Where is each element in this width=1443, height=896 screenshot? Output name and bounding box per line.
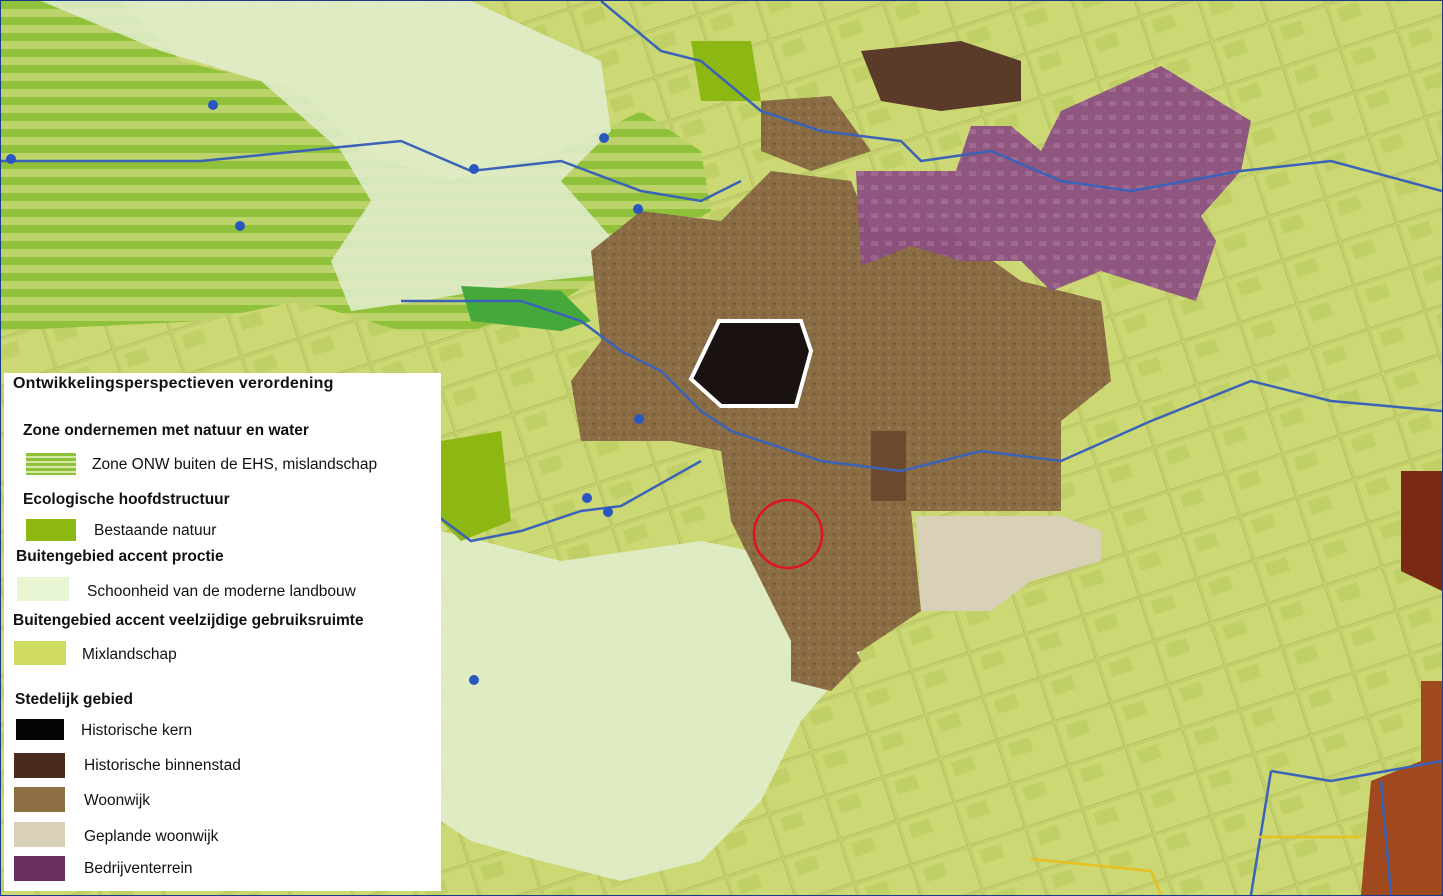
natuur-patch-3 (691, 41, 761, 101)
legend-title: Ontwikkelingsperspectieven verordening (13, 375, 334, 392)
legend-label-geplande-woonwijk: Geplande woonwijk (84, 828, 219, 845)
map-legend: Ontwikkelingsperspectieven verordening Z… (4, 373, 441, 891)
map-frame: Ontwikkelingsperspectieven verordening Z… (0, 0, 1443, 896)
historische-binnenstad-patch (871, 431, 906, 501)
strip-east (1401, 471, 1442, 591)
legend-label-mixlandschap: Mixlandschap (82, 646, 177, 663)
legend-swatch-natuur (26, 519, 76, 541)
legend-heading-stedelijk: Stedelijk gebied (15, 691, 134, 708)
legend-swatch-geplande-woonwijk (14, 822, 65, 847)
legend-heading-productie: Buitengebied accent proctie (16, 548, 224, 565)
natuur-patch-1 (441, 431, 511, 541)
legend-label-natuur: Bestaande natuur (94, 522, 217, 539)
legend-heading-onw: Zone ondernemen met natuur en water (23, 422, 309, 439)
legend-label-landbouw: Schoonheid van de moderne landbouw (87, 583, 356, 600)
legend-label-woonwijk: Woonwijk (84, 792, 151, 809)
legend-label-bedrijventerrein: Bedrijventerrein (84, 860, 193, 877)
legend-swatch-historische-binnenstad (14, 753, 65, 778)
legend-heading-ehs: Ecologische hoofdstructuur (23, 491, 230, 508)
legend-label-onw: Zone ONW buiten de EHS, mislandschap (92, 456, 378, 473)
legend-label-historische-kern: Historische kern (81, 722, 193, 739)
legend-swatch-onw (26, 453, 76, 475)
legend-heading-gebruiksruimte: Buitengebied accent veelzijdige gebruiks… (13, 612, 364, 629)
legend-swatch-mixlandschap (14, 641, 66, 665)
legend-label-historische-binnenstad: Historische binnenstad (84, 757, 241, 774)
legend-swatch-historische-kern (16, 719, 64, 740)
legend-swatch-woonwijk (14, 787, 65, 812)
legend-swatch-bedrijventerrein (14, 856, 65, 881)
legend-swatch-landbouw (17, 577, 69, 601)
